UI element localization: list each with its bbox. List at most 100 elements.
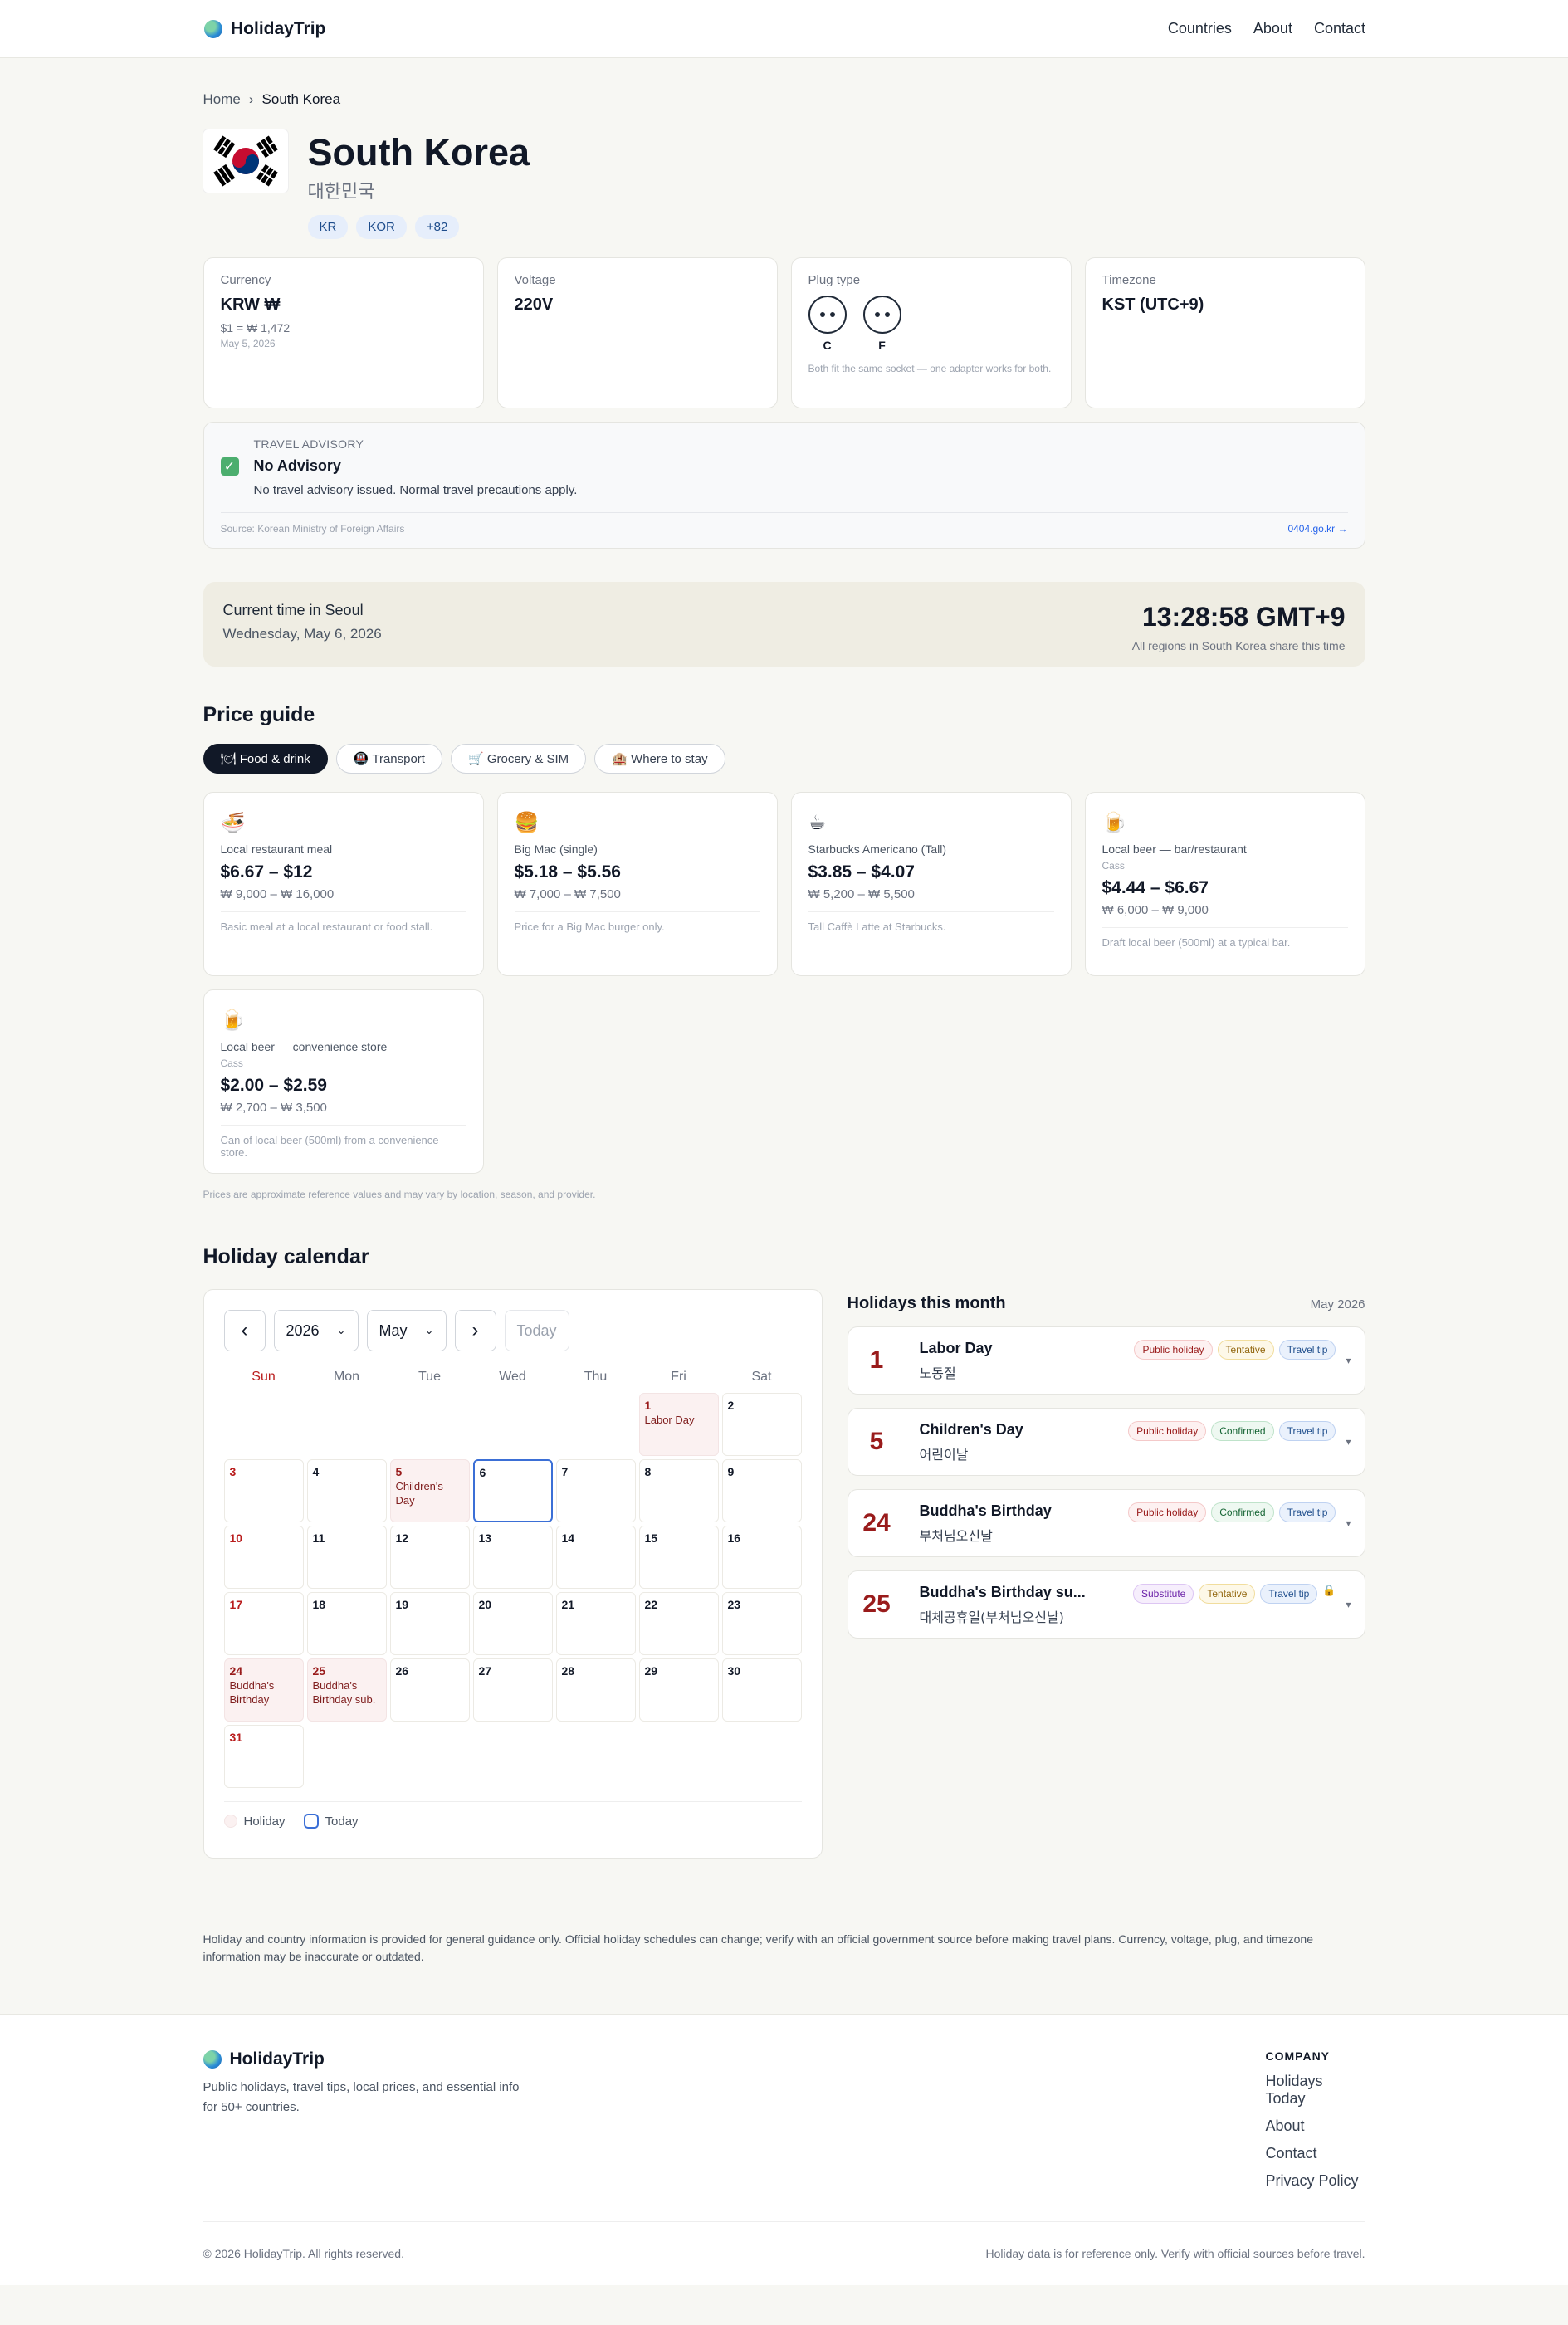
brand-logo[interactable]: HolidayTrip	[204, 19, 325, 39]
calendar-day[interactable]: 28	[555, 1658, 636, 1722]
tab-grocery-sim[interactable]: 🛒 Grocery & SIM	[450, 744, 587, 774]
footer-link-about[interactable]: About	[1266, 2117, 1365, 2135]
today-button[interactable]: Today	[504, 1310, 569, 1352]
calendar-day[interactable]: 7	[555, 1459, 636, 1523]
calendar-day[interactable]: 20	[472, 1592, 553, 1656]
calendar-day[interactable]: 23	[721, 1592, 802, 1656]
price-item-name: Local restaurant meal	[220, 843, 333, 857]
chevron-down-icon: ⌄	[336, 1324, 346, 1337]
holiday-list-month: May 2026	[1310, 1297, 1365, 1312]
holiday-name: Buddha's Birthday sub.	[312, 1679, 376, 1706]
calendar-holiday-day[interactable]: 1 Labor Day	[638, 1393, 719, 1457]
calendar-day[interactable]: 12	[389, 1526, 470, 1590]
price-item-name: Local beer — bar/restaurant	[1102, 843, 1247, 857]
tab-transport[interactable]: 🚇 Transport	[335, 744, 442, 774]
calendar-day[interactable]: 30	[721, 1658, 802, 1722]
year-select[interactable]: 2026 ⌄	[273, 1310, 359, 1352]
calendar-day[interactable]: 13	[472, 1526, 553, 1590]
page-title: South Korea	[307, 131, 530, 173]
nav-contact[interactable]: Contact	[1314, 20, 1365, 37]
calendar-day[interactable]: 9	[721, 1459, 802, 1523]
price-usd: $3.85 – $4.07	[808, 862, 915, 882]
next-month-button[interactable]: ›	[454, 1310, 496, 1352]
chevron-down-icon[interactable]: ▾	[1346, 1436, 1351, 1448]
calendar-day[interactable]: 14	[555, 1526, 636, 1590]
price-guide: Price guide 🍽 Food & drink 🚇 Transport 🛒…	[203, 703, 1365, 1200]
price-desc: Basic meal at a local restaurant or food…	[220, 911, 466, 933]
day-number: 10	[229, 1531, 243, 1546]
price-krw: ₩ 6,000 – ₩ 9,000	[1102, 903, 1209, 918]
price-desc: Draft local beer (500ml) at a typical ba…	[1102, 927, 1348, 949]
calendar-day[interactable]: 21	[555, 1592, 636, 1656]
price-desc: Can of local beer (500ml) from a conveni…	[220, 1125, 466, 1159]
calendar: ‹ 2026 ⌄ May ⌄ › Today Sun Mon Tue Wed Thu Fr…	[203, 1289, 823, 1859]
chevron-down-icon[interactable]: ▾	[1346, 1355, 1351, 1366]
calendar-empty-cell	[473, 1393, 553, 1456]
flag-icon	[203, 129, 288, 193]
holiday-list-item[interactable]: 24 Buddha's Birthday 부처님오신날 Public holiday C…	[847, 1489, 1365, 1558]
footer-link-privacy[interactable]: Privacy Policy	[1266, 2172, 1365, 2190]
footer-brand[interactable]: HolidayTrip	[203, 2049, 535, 2069]
calendar-day[interactable]: 16	[721, 1526, 802, 1590]
code-badge: +82	[414, 215, 460, 240]
calendar-day[interactable]: 3	[223, 1459, 304, 1523]
tab-where-to-stay[interactable]: 🏨 Where to stay	[594, 744, 725, 774]
calendar-day[interactable]: 29	[638, 1658, 719, 1722]
holiday-list-item[interactable]: 5 Children's Day 어린이날 Public holiday Confirm…	[847, 1408, 1365, 1477]
holiday-list-item[interactable]: 25 Buddha's Birthday su... 대체공휴일(부처님오신날) Su…	[847, 1570, 1365, 1639]
holiday-list-item[interactable]: 1 Labor Day 노동절 Public holiday Tentative Trav…	[847, 1326, 1365, 1395]
holiday-badges: Public holiday Tentative Travel tip	[1134, 1340, 1336, 1360]
month-select[interactable]: May ⌄	[366, 1310, 447, 1352]
footer-link-contact[interactable]: Contact	[1266, 2145, 1365, 2162]
advisory-link[interactable]: 0404.go.kr →	[1287, 523, 1347, 535]
calendar-empty-cell	[307, 1393, 387, 1456]
calendar-day[interactable]: 10	[223, 1526, 304, 1590]
fact-label: Voltage	[514, 273, 556, 288]
breadcrumb-home[interactable]: Home	[203, 91, 241, 108]
plug-type: C	[808, 296, 847, 352]
calendar-day[interactable]: 26	[389, 1658, 470, 1722]
country-header: South Korea 대한민국 KR KOR +82	[203, 129, 1365, 240]
calendar-day[interactable]: 8	[638, 1459, 719, 1523]
footer-links: Holidays Today About Contact Privacy Pol…	[1266, 2073, 1365, 2190]
day-number: 13	[478, 1531, 492, 1546]
status-badge: Travel tip	[1278, 1421, 1336, 1442]
fact-label: Currency	[220, 273, 271, 288]
chevron-down-icon[interactable]: ▾	[1346, 1599, 1351, 1610]
fact-label: Timezone	[1102, 273, 1156, 288]
chevron-down-icon[interactable]: ▾	[1346, 1517, 1351, 1529]
calendar-day[interactable]: 19	[389, 1592, 470, 1656]
legend-today: Today	[325, 1814, 359, 1829]
calendar-day[interactable]: 4	[306, 1459, 387, 1523]
code-badge: KOR	[356, 215, 407, 240]
tab-food-drink[interactable]: 🍽 Food & drink	[203, 744, 328, 774]
day-number: 19	[395, 1598, 409, 1612]
calendar-day[interactable]: 17	[223, 1592, 304, 1656]
prev-month-button[interactable]: ‹	[223, 1310, 266, 1352]
calendar-today[interactable]: 6	[472, 1459, 553, 1523]
day-number: 31	[229, 1731, 243, 1745]
calendar-holiday-day[interactable]: 25 Buddha's Birthday sub.	[306, 1658, 387, 1722]
disclaimer: Holiday and country information is provi…	[203, 1907, 1365, 1999]
price-item-icon: 🍺	[220, 1009, 246, 1033]
calendar-holiday-day[interactable]: 5 Children's Day	[389, 1459, 470, 1523]
breadcrumb: Home › South Korea	[203, 91, 1365, 108]
calendar-day[interactable]: 15	[638, 1526, 719, 1590]
calendar-day[interactable]: 27	[472, 1658, 553, 1722]
calendar-day[interactable]: 11	[306, 1526, 387, 1590]
check-icon: ✓	[220, 457, 239, 476]
calendar-holiday-day[interactable]: 24 Buddha's Birthday	[223, 1658, 304, 1722]
holiday-local-name: 노동절	[919, 1365, 956, 1381]
nav-about[interactable]: About	[1253, 20, 1292, 37]
calendar-day[interactable]: 22	[638, 1592, 719, 1656]
time-note: All regions in South Korea share this ti…	[1131, 639, 1346, 653]
calendar-day[interactable]: 18	[306, 1592, 387, 1656]
footer-link-holidays-today[interactable]: Holidays Today	[1266, 2073, 1365, 2108]
copyright: © 2026 HolidayTrip. All rights reserved.	[203, 2247, 404, 2261]
nav-countries[interactable]: Countries	[1168, 20, 1232, 37]
footer-brand-name: HolidayTrip	[229, 2049, 325, 2069]
calendar-day[interactable]: 31	[223, 1725, 304, 1789]
holiday-calendar-title: Holiday calendar	[203, 1245, 369, 1269]
calendar-empty-cell	[556, 1393, 636, 1456]
calendar-day[interactable]: 2	[721, 1393, 802, 1457]
